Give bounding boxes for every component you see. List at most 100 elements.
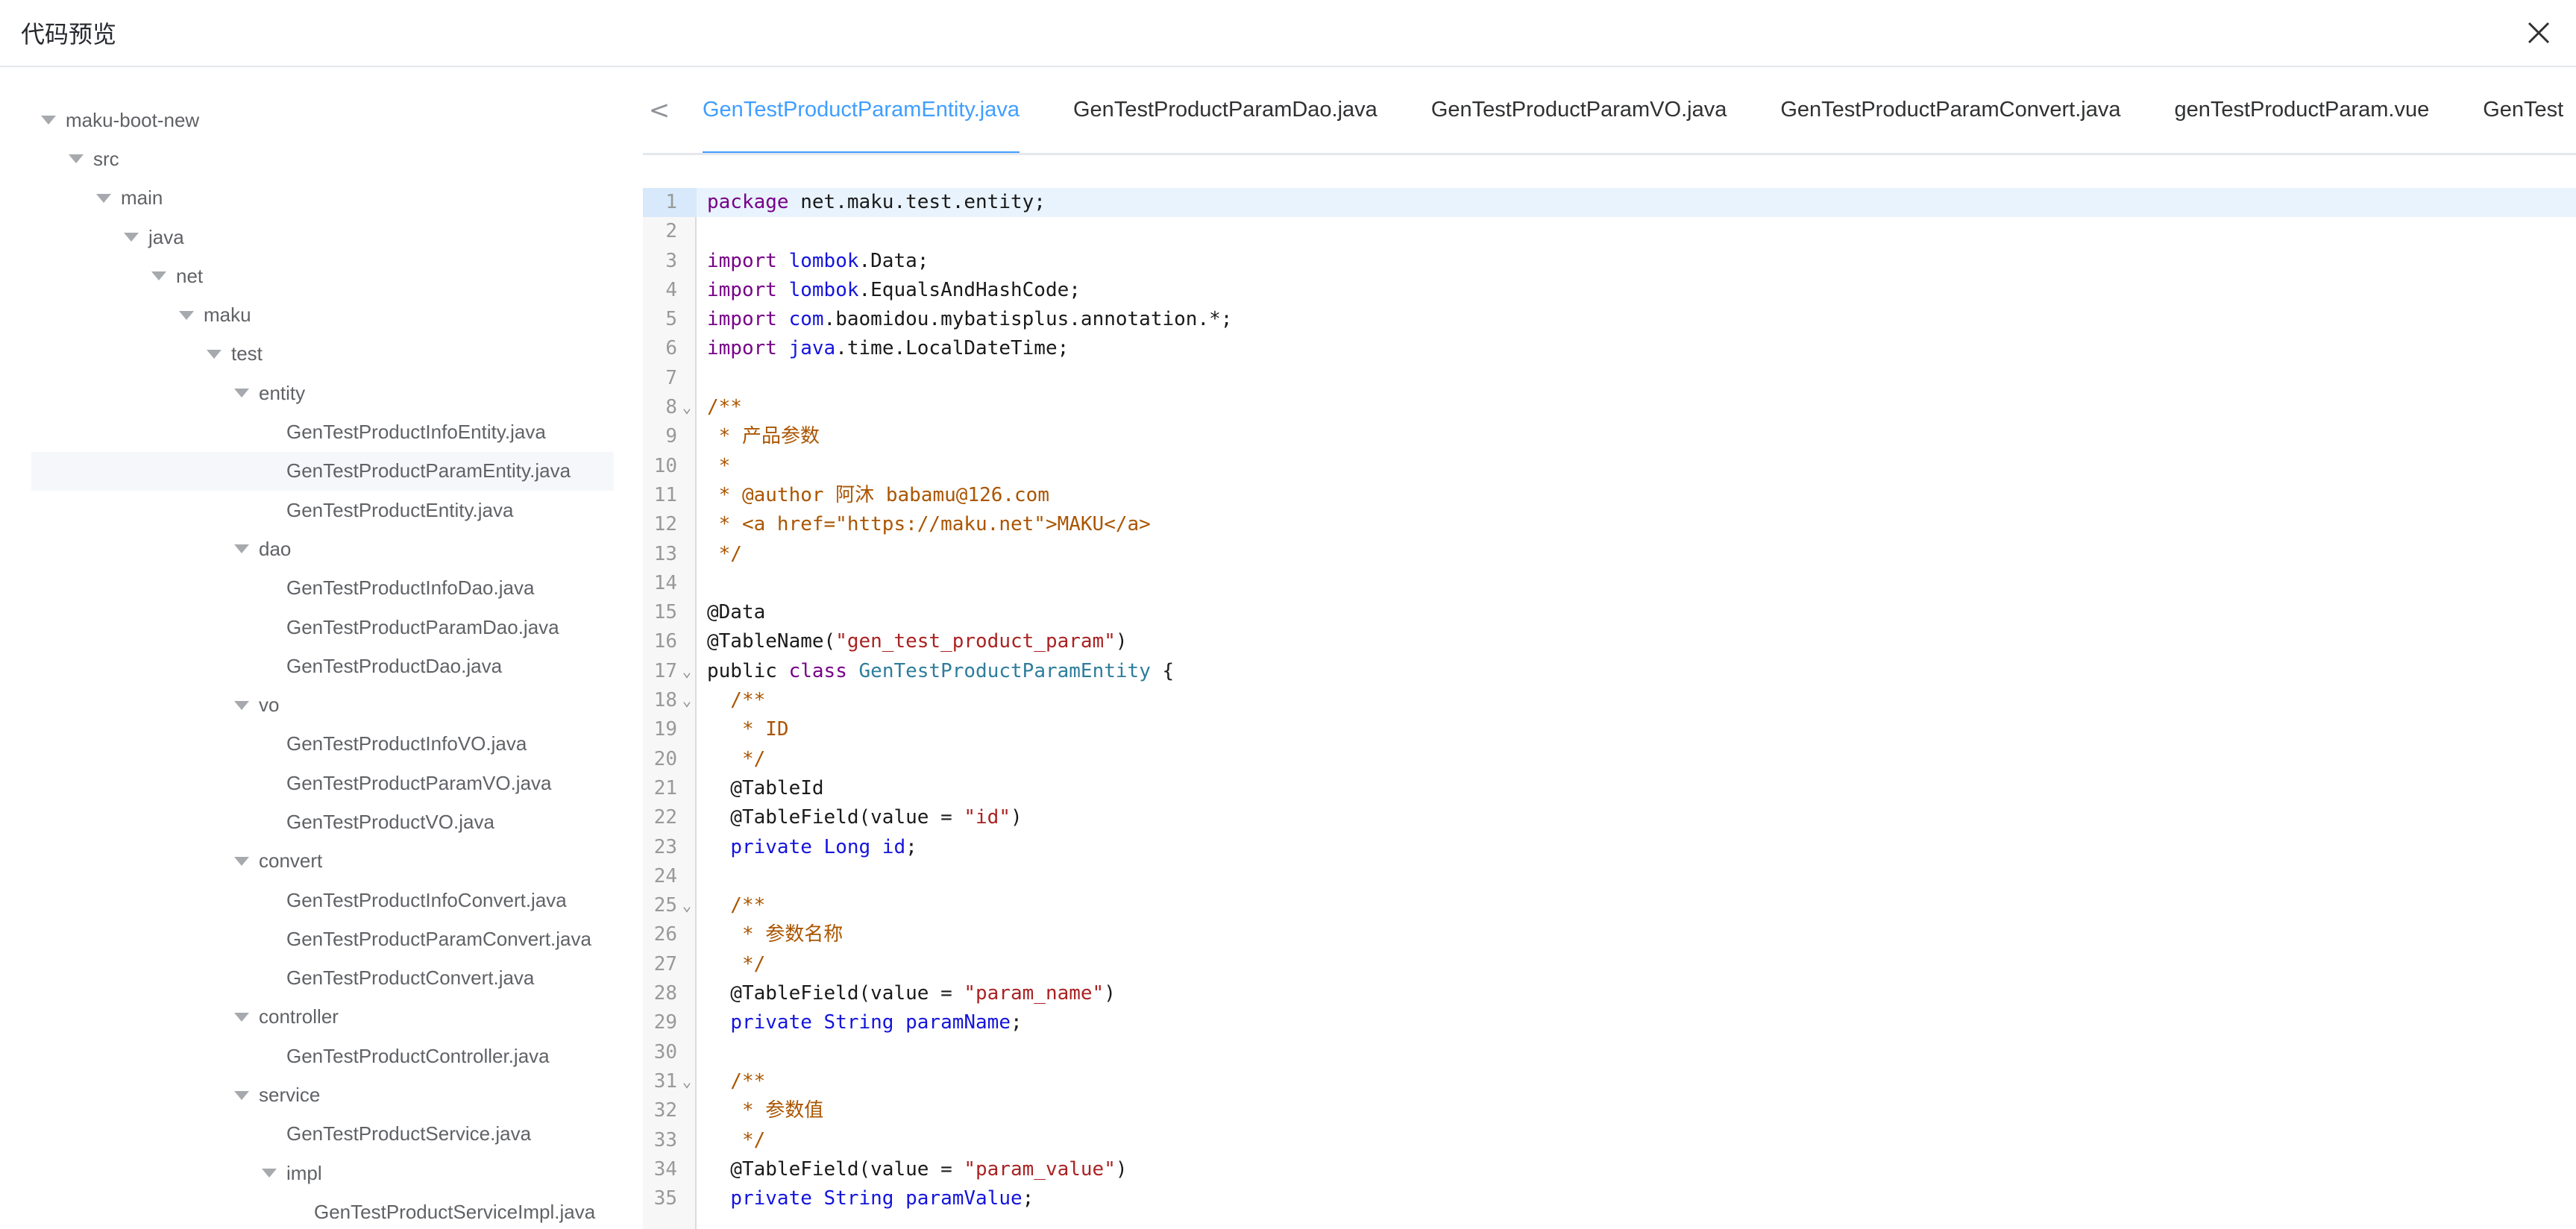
line-number: 10 — [654, 452, 677, 481]
tree-item-vo[interactable]: vo — [31, 685, 614, 724]
caret-down-icon[interactable] — [124, 233, 148, 242]
code-text: * 参数名称 — [697, 920, 843, 949]
gutter-cell: 33 — [643, 1126, 697, 1155]
tree-item-maku-boot-new[interactable]: maku-boot-new — [31, 101, 614, 139]
line-number: 8 — [665, 393, 677, 422]
code-line: 28 @TableField(value = "param_name") — [643, 979, 2576, 1008]
code-editor[interactable]: 1package net.maku.test.entity;23import l… — [643, 188, 2576, 1229]
close-button[interactable] — [2524, 18, 2554, 48]
caret-down-icon[interactable] — [69, 154, 93, 163]
line-number: 9 — [665, 422, 677, 451]
tree-item-GenTestProductVO.java[interactable]: GenTestProductVO.java — [31, 802, 614, 841]
tree-item-GenTestProductService.java[interactable]: GenTestProductService.java — [31, 1115, 614, 1154]
code-line: 35 private String paramValue; — [643, 1184, 2576, 1213]
line-number: 7 — [665, 364, 677, 393]
code-line: 10 * — [643, 452, 2576, 481]
tree-item-maku[interactable]: maku — [31, 295, 614, 334]
line-number: 23 — [654, 833, 677, 862]
tree-item-GenTestProductParamEntity.java[interactable]: GenTestProductParamEntity.java — [31, 452, 614, 491]
tree-item-service[interactable]: service — [31, 1075, 614, 1114]
fold-chevron-icon[interactable]: ⌄ — [677, 664, 697, 679]
caret-down-icon[interactable] — [234, 389, 259, 397]
tabs-scroll-left-button[interactable]: < — [643, 95, 676, 125]
tab-GenTestProductParamEntity.java[interactable]: GenTestProductParamEntity.java — [676, 67, 1046, 153]
code-text: */ — [697, 745, 765, 774]
line-number: 14 — [654, 569, 677, 598]
caret-down-icon[interactable] — [234, 544, 259, 553]
caret-down-icon[interactable] — [207, 350, 231, 359]
tree-item-impl[interactable]: impl — [31, 1154, 614, 1192]
fold-chevron-icon[interactable]: ⌄ — [677, 400, 697, 415]
gutter-cell: 12 — [643, 510, 697, 539]
tree-item-GenTestProductInfoConvert.java[interactable]: GenTestProductInfoConvert.java — [31, 881, 614, 920]
code-line: 17⌄public class GenTestProductParamEntit… — [643, 657, 2576, 686]
tree-item-test[interactable]: test — [31, 335, 614, 374]
tree-item-controller[interactable]: controller — [31, 998, 614, 1037]
gutter-cell: 27 — [643, 950, 697, 979]
tree-item-GenTestProductParamDao.java[interactable]: GenTestProductParamDao.java — [31, 608, 614, 647]
tree-item-label: GenTestProductConvert.java — [286, 966, 534, 990]
caret-down-icon[interactable] — [96, 194, 121, 203]
caret-down-icon[interactable] — [234, 701, 259, 710]
tree-item-GenTestProductConvert.java[interactable]: GenTestProductConvert.java — [31, 959, 614, 998]
tree-item-GenTestProductEntity.java[interactable]: GenTestProductEntity.java — [31, 491, 614, 529]
code-line: 2 — [643, 217, 2576, 246]
code-line: 9 * 产品参数 — [643, 422, 2576, 451]
caret-down-icon[interactable] — [151, 271, 176, 280]
gutter-cell: 29 — [643, 1008, 697, 1037]
code-text: import lombok.EqualsAndHashCode; — [697, 276, 1081, 305]
code-line: 23 private Long id; — [643, 833, 2576, 862]
tab-GenTestProductParamVO.java[interactable]: GenTestProductParamVO.java — [1404, 67, 1754, 153]
tab-GenTestProductParamConvert.java[interactable]: GenTestProductParamConvert.java — [1753, 67, 2147, 153]
gutter-cell: 28 — [643, 979, 697, 1008]
caret-down-icon[interactable] — [179, 311, 204, 320]
code-panel: < GenTestProductParamEntity.javaGenTestP… — [643, 67, 2576, 1229]
tab-GenTest[interactable]: GenTest — [2456, 67, 2576, 153]
gutter-cell: 14 — [643, 569, 697, 598]
tree-item-label: GenTestProductEntity.java — [286, 499, 513, 522]
code-line: 27 */ — [643, 950, 2576, 979]
tree-item-entity[interactable]: entity — [31, 374, 614, 412]
tree-item-label: entity — [259, 382, 305, 405]
gutter-cell: 35 — [643, 1184, 697, 1213]
tree-item-main[interactable]: main — [31, 179, 614, 218]
tree-item-convert[interactable]: convert — [31, 842, 614, 881]
caret-down-icon[interactable] — [262, 1169, 286, 1178]
code-text: @TableField(value = "param_name") — [697, 979, 1116, 1008]
line-number: 24 — [654, 862, 677, 891]
tree-item-src[interactable]: src — [31, 139, 614, 178]
tab-GenTestProductParamDao.java[interactable]: GenTestProductParamDao.java — [1046, 67, 1404, 153]
line-number: 25 — [654, 891, 677, 920]
caret-down-icon[interactable] — [234, 1013, 259, 1022]
tree-item-GenTestProductController.java[interactable]: GenTestProductController.java — [31, 1037, 614, 1075]
code-line: 19 * ID — [643, 715, 2576, 744]
tree-item-GenTestProductInfoVO.java[interactable]: GenTestProductInfoVO.java — [31, 725, 614, 764]
caret-down-icon[interactable] — [41, 116, 66, 125]
code-line: 31⌄ /** — [643, 1067, 2576, 1096]
tree-item-GenTestProductParamVO.java[interactable]: GenTestProductParamVO.java — [31, 764, 614, 802]
code-text: * @author 阿沐 babamu@126.com — [697, 481, 1049, 510]
tree-item-label: GenTestProductController.java — [286, 1045, 550, 1068]
tree-item-label: GenTestProductInfoConvert.java — [286, 889, 567, 912]
code-text: @TableField(value = "id") — [697, 803, 1022, 832]
tree-item-GenTestProductDao.java[interactable]: GenTestProductDao.java — [31, 647, 614, 685]
tree-item-GenTestProductServiceImpl.java[interactable]: GenTestProductServiceImpl.java — [31, 1192, 614, 1229]
tab-genTestProductParam.vue[interactable]: genTestProductParam.vue — [2147, 67, 2456, 153]
code-text: import lombok.Data; — [697, 247, 929, 276]
line-number: 11 — [654, 481, 677, 510]
line-number: 26 — [654, 920, 677, 949]
caret-down-icon[interactable] — [234, 1091, 259, 1100]
tree-item-label: GenTestProductServiceImpl.java — [314, 1201, 595, 1224]
tree-item-dao[interactable]: dao — [31, 529, 614, 568]
tree-item-GenTestProductInfoDao.java[interactable]: GenTestProductInfoDao.java — [31, 569, 614, 608]
tree-item-java[interactable]: java — [31, 218, 614, 257]
tree-item-GenTestProductParamConvert.java[interactable]: GenTestProductParamConvert.java — [31, 920, 614, 958]
caret-down-icon[interactable] — [234, 857, 259, 866]
gutter-cell: 31⌄ — [643, 1067, 697, 1096]
fold-chevron-icon[interactable]: ⌄ — [677, 693, 697, 708]
fold-chevron-icon[interactable]: ⌄ — [677, 898, 697, 914]
tree-item-net[interactable]: net — [31, 257, 614, 295]
tree-item-GenTestProductInfoEntity.java[interactable]: GenTestProductInfoEntity.java — [31, 412, 614, 451]
fold-chevron-icon[interactable]: ⌄ — [677, 1074, 697, 1090]
gutter-cell: 32 — [643, 1096, 697, 1125]
